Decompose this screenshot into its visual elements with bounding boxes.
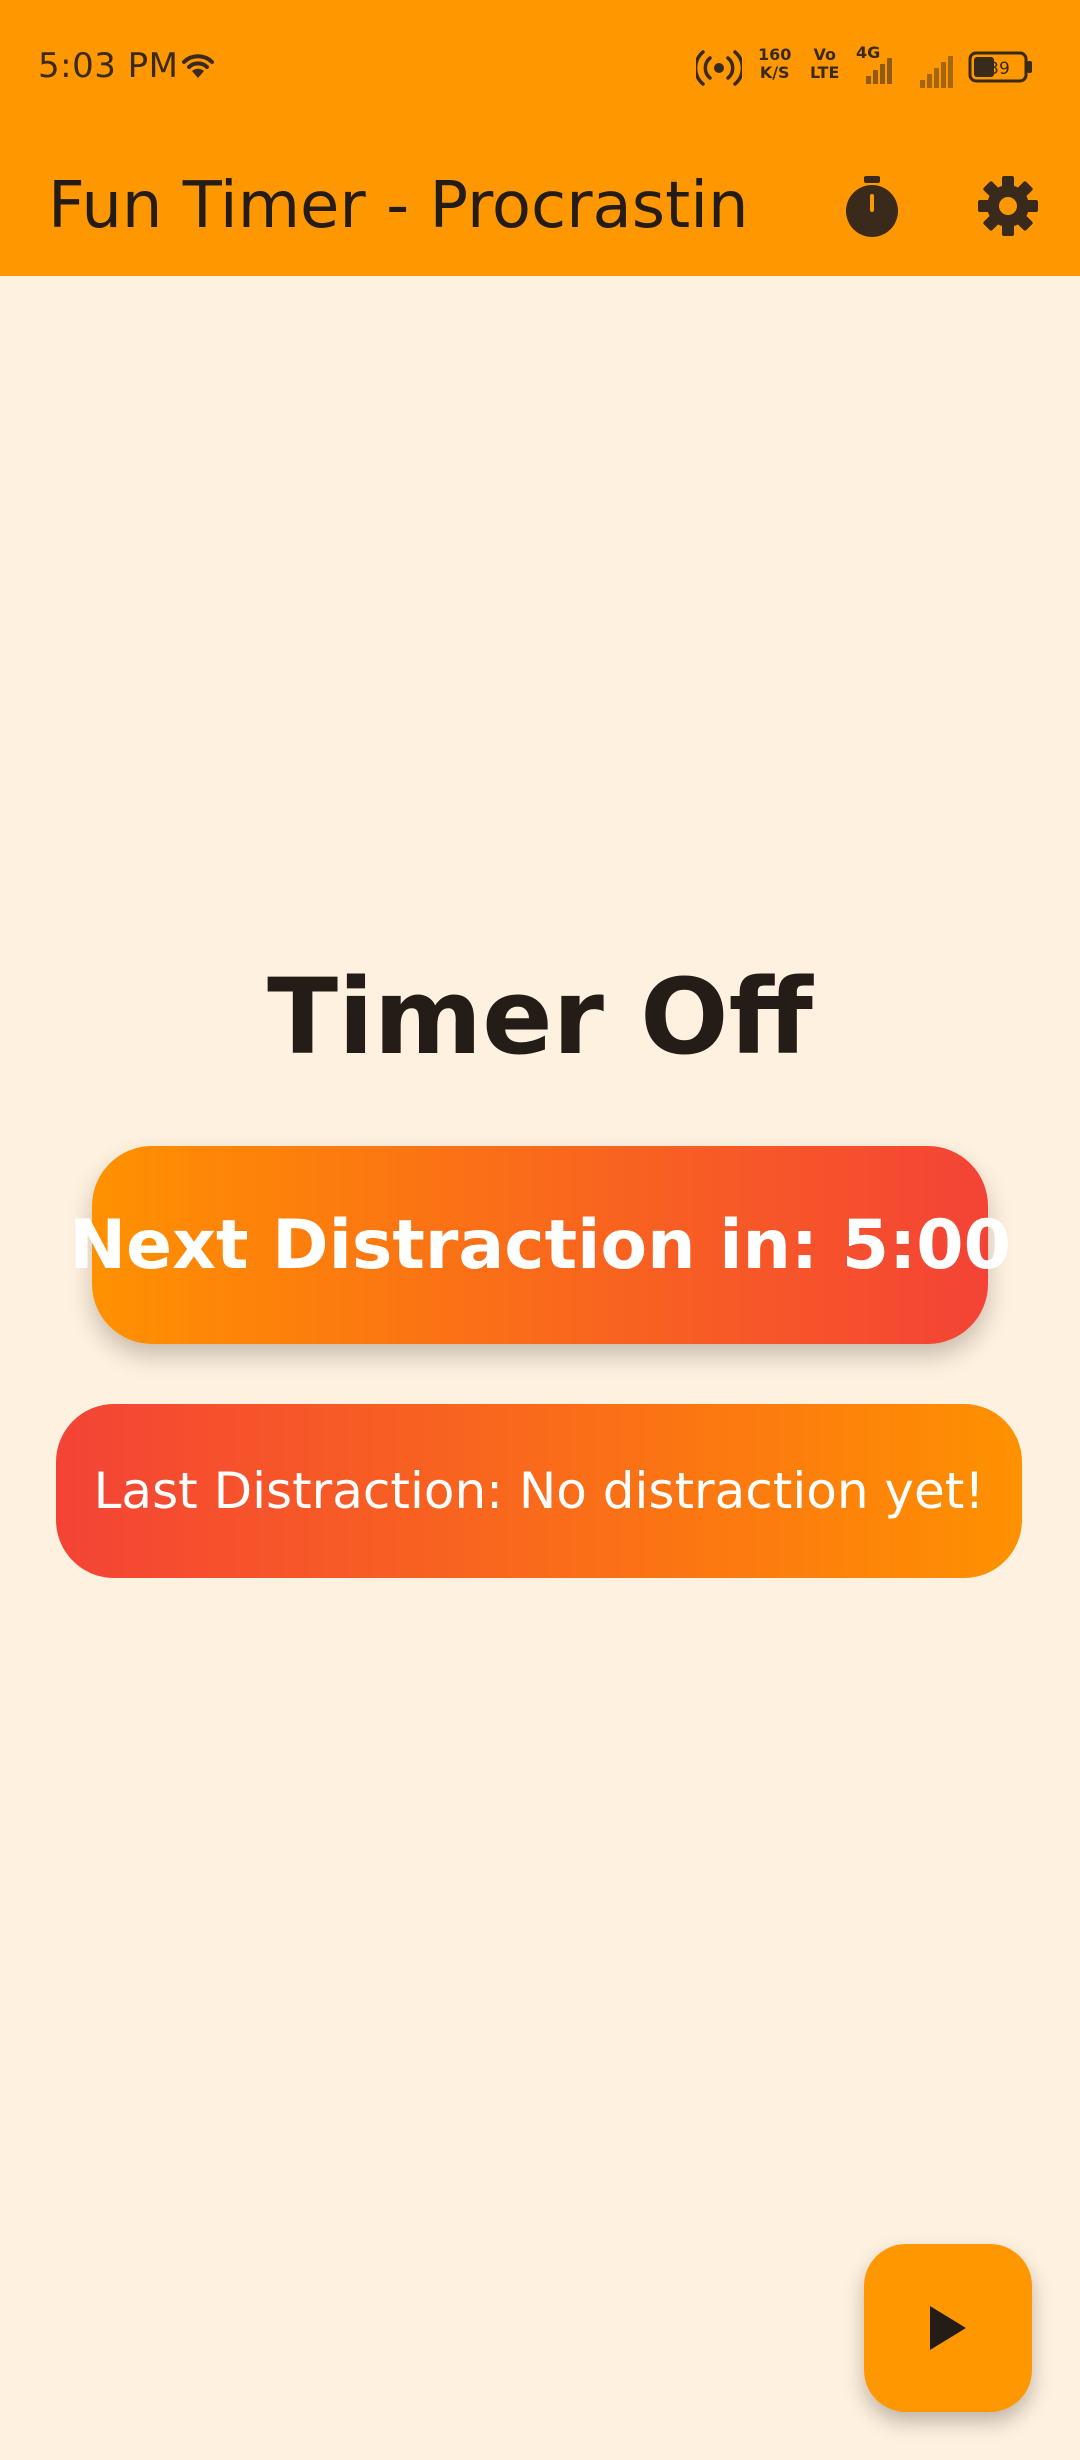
hotspot-icon xyxy=(696,50,742,86)
signal-icon: 4G xyxy=(856,43,892,84)
status-icons: 160 K/S Vo LTE 4G 39 xyxy=(696,40,1036,90)
status-time: 5:03 PM xyxy=(38,46,179,86)
last-distraction-card: Last Distraction: No distraction yet! xyxy=(56,1404,1022,1578)
start-timer-button[interactable] xyxy=(864,2244,1032,2412)
stopwatch-icon xyxy=(846,176,898,237)
wifi-icon xyxy=(182,54,214,78)
signal-icon-secondary xyxy=(920,56,953,88)
next-distraction-label: Next Distraction in: 5:00 xyxy=(69,1205,1011,1285)
status-bar: 5:03 PM 160 K/S Vo LTE 4G 39 xyxy=(0,0,1080,136)
app-title: Fun Timer - Procrastin… xyxy=(48,169,748,243)
app-bar: Fun Timer - Procrastin… xyxy=(0,136,1080,276)
network-speed: 160 K/S xyxy=(758,45,792,82)
settings-button[interactable] xyxy=(958,156,1058,256)
svg-text:39: 39 xyxy=(988,59,1010,79)
gear-icon xyxy=(978,176,1038,236)
last-distraction-label: Last Distraction: No distraction yet! xyxy=(93,1462,985,1520)
timer-button[interactable] xyxy=(822,156,922,256)
svg-text:4G: 4G xyxy=(856,43,880,62)
battery-icon: 39 xyxy=(968,51,1032,83)
next-distraction-card: Next Distraction in: 5:00 xyxy=(69,1146,1011,1344)
play-icon xyxy=(930,2306,966,2350)
volte-indicator: Vo LTE xyxy=(810,45,840,82)
timer-status: Timer Off xyxy=(267,956,813,1078)
